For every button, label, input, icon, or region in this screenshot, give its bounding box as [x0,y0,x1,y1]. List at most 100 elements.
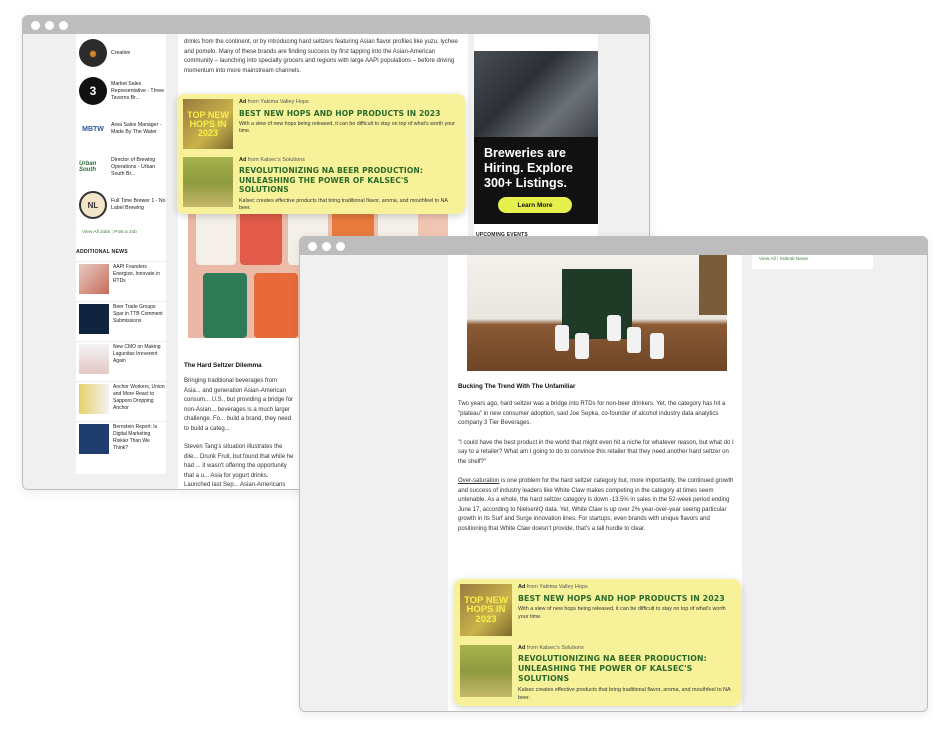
news-thumbnail [79,424,109,454]
view-all-link[interactable]: View All [759,257,776,262]
ad-item[interactable]: TOP NEW HOPS IN 2023 Ad from Yakima Vall… [460,584,735,640]
news-title: AAPI Founders Energize, Innovate in RTDs [113,264,160,284]
right-rail: View All | Submit News [752,255,873,269]
window-dot-icon [59,20,68,30]
ad-sponsor: from Yakima Valley Hops [247,99,309,105]
article-paragraph: Steven Tang's situation illustrates the … [184,444,294,488]
submit-news-link[interactable]: Submit News [780,257,808,262]
mbtw-logo: MBTW [82,125,104,133]
news-item[interactable]: Anchor Workers, Union and More React to … [76,381,166,421]
chair-shape [699,255,727,315]
separator: | [777,257,779,262]
ad-label: Ad [518,584,526,590]
ad-source: Ad from Kalsec's Solutions [518,645,735,651]
ad-item[interactable]: Ad from Kalsec's Solutions REVOLUTIONIZI… [183,157,459,212]
cans-crate-photo [467,255,727,371]
ad-image [183,157,233,207]
window-dot-icon [308,241,317,251]
browser-window-front: Bucking The Trend With The Unfamiliar Tw… [299,236,928,712]
news-thumbnail [79,344,109,374]
no-label-logo: NL [79,191,107,219]
news-item[interactable]: New CMO on Making Lagunitas Irreverent A… [76,341,166,381]
ad-description: Kalsec creates effective products that b… [239,197,448,211]
window-dot-icon [322,241,331,251]
section-heading: The Hard Seltzer Dilemma [184,362,262,369]
ad-sponsor: from Yakima Valley Hops [526,584,588,590]
ad-title[interactable]: BEST NEW HOPS AND HOP PRODUCTS IN 2023 [518,594,735,603]
news-title: Bernstein Report: Is Digital Marketing R… [113,424,158,451]
news-title: New CMO on Making Lagunitas Irreverent A… [113,344,161,364]
news-item[interactable]: Beer Trade Groups Spar in TTB Comment Su… [76,301,166,341]
can-shape [254,273,298,338]
job-listing[interactable]: 3 Market Sales Representative - Three Ta… [76,72,166,110]
ad-title[interactable]: BEST NEW HOPS AND HOP PRODUCTS IN 2023 [239,109,459,118]
window-dot-icon [336,241,345,251]
job-listing[interactable]: MBTW Area Sales Manager - Made By The Wa… [76,110,166,148]
job-title: Market Sales Representative - Three Tave… [111,80,164,101]
news-links: View All | Submit News [752,255,873,262]
view-all-jobs-link[interactable]: View All Jobs [82,230,110,235]
crate-shape [562,269,632,339]
job-listing[interactable]: ◉ Creative [76,34,166,72]
article-paragraph: Bringing traditional beverages from Asia… [184,378,294,432]
ad-title[interactable]: REVOLUTIONIZING NA BEER PRODUCTION: UNLE… [239,166,459,195]
ad-image: TOP NEW HOPS IN 2023 [183,99,233,149]
news-thumbnail [79,384,109,414]
can-shape [203,273,247,338]
hiring-text: Breweries are Hiring. Explore 300+ Listi… [484,146,573,190]
can-shape [650,333,664,359]
job-title: Area Sales Manager - Made By The Water [111,122,162,135]
ad-item[interactable]: Ad from Kalsec's Solutions REVOLUTIONIZI… [460,645,735,702]
news-thumbnail [79,304,109,334]
ad-sponsor: from Kalsec's Solutions [526,645,584,651]
urban-south-logo: Urban South [79,161,97,173]
window-dot-icon [31,20,40,30]
ad-description: Kalsec creates effective products that b… [518,687,731,701]
window-titlebar [23,16,649,34]
article-intro: drinks from the continent, or by introdu… [184,39,458,74]
job-title: Director of Brewing Operations - Urban S… [111,156,156,177]
ad-item[interactable]: TOP NEW HOPS IN 2023 Ad from Yakima Vall… [183,99,459,153]
news-title: Beer Trade Groups Spar in TTB Comment Su… [113,304,163,324]
can-shape [627,327,641,353]
ad-title[interactable]: REVOLUTIONIZING NA BEER PRODUCTION: UNLE… [518,654,735,684]
section-heading: Bucking The Trend With The Unfamiliar [458,383,576,390]
ad-image: TOP NEW HOPS IN 2023 [460,584,512,636]
paragraph-text: is one problem for the hard seltzer cate… [458,478,734,532]
separator: | [111,230,113,235]
job-title: Full Time Brewer 1 - No Label Brewing [111,198,166,211]
article-paragraph: Over-saturation is one problem for the h… [458,477,734,534]
ad-source: Ad from Kalsec's Solutions [239,157,459,163]
ad-label: Ad [239,157,247,163]
three-taverns-logo: 3 [79,77,107,105]
window-dot-icon [45,20,54,30]
sponsored-ads-box: TOP NEW HOPS IN 2023 Ad from Yakima Vall… [454,579,741,706]
can-shape [607,315,621,341]
window-titlebar [300,237,927,255]
over-saturation-link[interactable]: Over-saturation [458,478,499,484]
learn-more-button[interactable]: Learn More [498,197,572,213]
job-listing[interactable]: Urban South Director of Brewing Operatio… [76,148,166,186]
ad-source: Ad from Yakima Valley Hops [518,584,735,590]
news-title: Anchor Workers, Union and More React to … [113,384,165,411]
can-shape [555,325,569,351]
ad-sponsor: from Kalsec's Solutions [247,157,305,163]
jobs-links: View All Jobs | Post a Job [76,224,166,235]
creative-logo: ◉ [79,39,107,67]
news-item[interactable]: Bernstein Report: Is Digital Marketing R… [76,421,166,461]
news-thumbnail [79,264,109,294]
ad-description: With a slew of new hops being released, … [518,606,726,620]
post-a-job-link[interactable]: Post a Job [114,230,137,235]
ad-description: With a slew of new hops being released, … [239,121,455,134]
additional-news-heading: ADDITIONAL NEWS [76,249,128,255]
ad-image [460,645,512,697]
can-shape [575,333,589,359]
sponsored-ads-box: TOP NEW HOPS IN 2023 Ad from Yakima Vall… [177,94,465,214]
brewery-photo [474,51,598,137]
hiring-banner[interactable]: Breweries are Hiring. Explore 300+ Listi… [474,51,598,224]
article-paragraph: Two years ago, hard seltzer was a bridge… [458,401,726,426]
job-listing[interactable]: NL Full Time Brewer 1 - No Label Brewing [76,186,166,224]
news-item[interactable]: AAPI Founders Energize, Innovate in RTDs [76,261,166,301]
article-paragraph: "I could have the best product in the wo… [458,439,734,465]
ad-label: Ad [239,99,247,105]
